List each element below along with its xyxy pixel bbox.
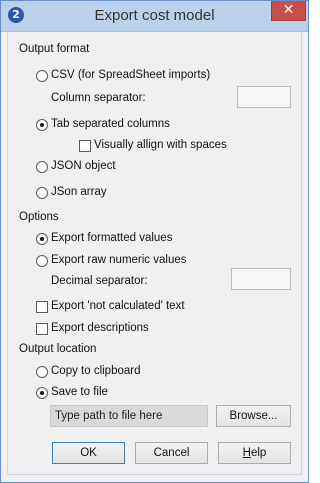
visually-align-checkbox[interactable] (79, 140, 91, 152)
tab-separated-radio[interactable] (36, 119, 48, 131)
csv-label[interactable]: CSV (for SpreadSheet imports) (51, 69, 210, 81)
help-mnemonic: H (242, 447, 251, 459)
options-heading: Options (19, 211, 59, 223)
json-array-label[interactable]: JSon array (51, 186, 107, 198)
descriptions-label[interactable]: Export descriptions (51, 322, 149, 334)
column-separator-input[interactable] (237, 86, 291, 108)
formatted-values-radio[interactable] (36, 233, 48, 245)
dialog-body: Output format CSV (for SpreadSheet impor… (7, 32, 302, 475)
file-path-input[interactable]: Type path to file here (50, 405, 208, 427)
visually-align-label[interactable]: Visually allign with spaces (94, 139, 227, 151)
cancel-label: Cancel (153, 447, 190, 459)
column-separator-label: Column separator: (51, 92, 146, 104)
decimal-separator-label: Decimal separator: (51, 275, 148, 287)
json-object-radio[interactable] (36, 161, 48, 173)
tab-separated-label[interactable]: Tab separated columns (51, 118, 170, 130)
ok-button[interactable]: OK (52, 442, 125, 464)
not-calculated-checkbox[interactable] (36, 301, 48, 313)
help-label-rest: elp (250, 447, 267, 459)
title-bar: 2 Export cost model ✕ (1, 1, 308, 32)
output-format-heading: Output format (19, 43, 90, 55)
browse-button[interactable]: Browse... (216, 405, 291, 427)
raw-values-radio[interactable] (36, 255, 48, 267)
decimal-separator-input[interactable] (231, 268, 291, 290)
csv-radio[interactable] (36, 70, 48, 82)
formatted-values-label[interactable]: Export formatted values (51, 232, 172, 244)
clipboard-radio[interactable] (36, 366, 48, 378)
json-object-label[interactable]: JSON object (51, 160, 116, 172)
save-to-file-radio[interactable] (36, 387, 48, 399)
json-array-radio[interactable] (36, 187, 48, 199)
dialog-title: Export cost model (94, 7, 215, 24)
raw-values-label[interactable]: Export raw numeric values (51, 254, 187, 266)
export-dialog: 2 Export cost model ✕ Output format CSV … (0, 0, 309, 483)
cancel-button[interactable]: Cancel (135, 442, 208, 464)
help-button[interactable]: Help (218, 442, 291, 464)
save-to-file-label[interactable]: Save to file (51, 386, 108, 398)
close-button[interactable]: ✕ (271, 1, 306, 21)
output-location-heading: Output location (19, 343, 97, 355)
not-calculated-label[interactable]: Export 'not calculated' text (51, 300, 185, 312)
descriptions-checkbox[interactable] (36, 323, 48, 335)
clipboard-label[interactable]: Copy to clipboard (51, 365, 141, 377)
